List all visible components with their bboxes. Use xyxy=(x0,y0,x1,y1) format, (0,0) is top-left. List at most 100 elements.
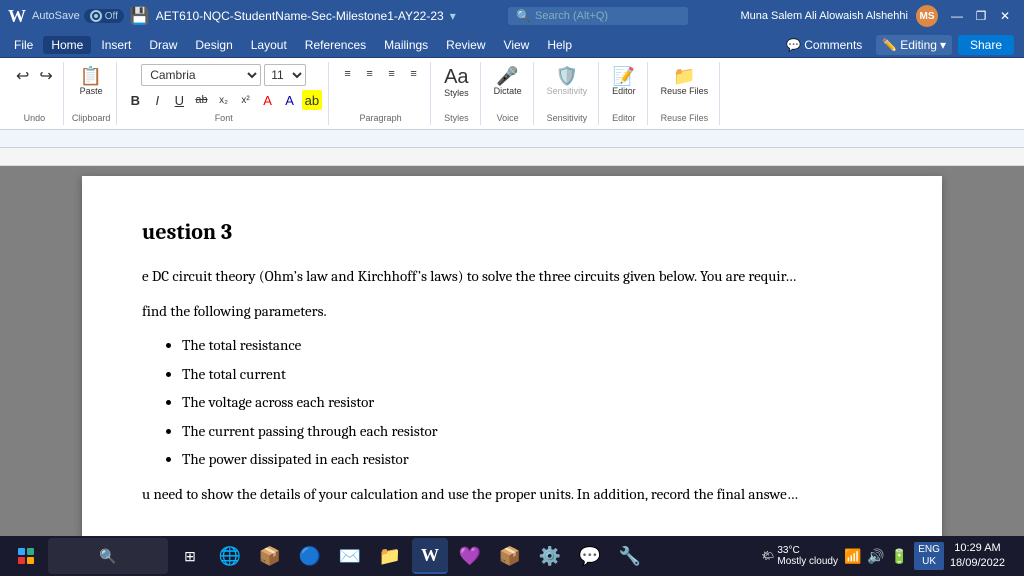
menu-draw[interactable]: Draw xyxy=(141,36,185,54)
editor-group-label: Editor xyxy=(612,111,636,123)
styles-icon: Aa xyxy=(444,67,468,87)
ribbon-group-font: Cambria 11 B I U ab x₂ x² A A ab Font xyxy=(119,62,329,125)
list-item: The current passing through each resisto… xyxy=(182,420,882,443)
list-item: The total current xyxy=(182,363,882,386)
word-taskbar-icon[interactable]: W xyxy=(412,538,448,574)
search-taskbar-icon: 🔍 xyxy=(99,548,116,565)
dictate-icon: 🎤 xyxy=(496,67,518,85)
font-family-select[interactable]: Cambria xyxy=(141,64,261,86)
dropdown-arrow-filename[interactable]: ▾ xyxy=(450,9,456,23)
edge-icon[interactable]: 🌐 xyxy=(212,538,248,574)
restore-button[interactable]: ❐ xyxy=(970,5,992,27)
taskbar: 🔍 ⊞ 🌐 📦 🔵 ✉️ 📁 W 💜 📦 ⚙️ 💬 🔧 🌤 33°C xyxy=(0,536,1024,576)
dictate-button[interactable]: 🎤 Dictate xyxy=(489,64,527,99)
reuse-files-group-label: Reuse Files xyxy=(661,111,709,123)
folder-icon[interactable]: 📁 xyxy=(372,538,408,574)
app-icon-3[interactable]: 🔧 xyxy=(612,538,648,574)
language-indicator[interactable]: ENG UK xyxy=(914,542,944,570)
superscript-button[interactable]: x² xyxy=(236,90,256,110)
menu-layout[interactable]: Layout xyxy=(243,36,295,54)
bold-button[interactable]: B xyxy=(125,90,145,110)
weather-temp: 33°C xyxy=(777,545,838,556)
editing-button[interactable]: ✏️ Editing ▾ xyxy=(876,35,952,55)
ruler xyxy=(0,148,1024,166)
dropbox-icon[interactable]: 📦 xyxy=(492,538,528,574)
align-right-button[interactable]: ≡ xyxy=(382,64,402,84)
ribbon-group-clipboard: 📋 Paste Clipboard xyxy=(66,62,118,125)
time-display: 10:29 AM xyxy=(950,541,1005,556)
menu-design[interactable]: Design xyxy=(187,36,240,54)
menu-help[interactable]: Help xyxy=(539,36,580,54)
app-icon-1[interactable]: ⚙️ xyxy=(532,538,568,574)
chrome-icon[interactable]: 🔵 xyxy=(292,538,328,574)
undo-group-label: Undo xyxy=(24,111,46,123)
search-box[interactable]: 🔍 Search (Alt+Q) xyxy=(508,7,688,25)
save-icon[interactable]: 💾 xyxy=(130,6,150,26)
editing-label: Editing xyxy=(900,38,937,52)
document-page[interactable]: uestion 3 e DC circuit theory (Ohm’s law… xyxy=(82,176,942,542)
battery-icon[interactable]: 🔋 xyxy=(891,548,908,565)
menu-mailings[interactable]: Mailings xyxy=(376,36,436,54)
menu-home[interactable]: Home xyxy=(43,36,91,54)
list-item: The voltage across each resistor xyxy=(182,391,882,414)
font-size-select[interactable]: 11 xyxy=(264,64,306,86)
clipboard-group-label: Clipboard xyxy=(72,111,111,123)
strikethrough-button[interactable]: ab xyxy=(191,90,211,110)
share-button[interactable]: Share xyxy=(958,35,1014,55)
titlebar-right: Muna Salem Ali Alowaish Alshehhi MS — ❐ … xyxy=(740,5,1016,27)
teams-icon[interactable]: 💜 xyxy=(452,538,488,574)
underline-button[interactable]: U xyxy=(169,90,189,110)
document-heading: uestion 3 xyxy=(142,216,882,249)
font-color-button[interactable]: A xyxy=(280,90,300,110)
wifi-icon[interactable]: 📶 xyxy=(844,548,861,565)
weather-widget[interactable]: 🌤 33°C Mostly cloudy xyxy=(762,545,838,567)
comments-label: Comments xyxy=(804,38,862,52)
styles-group-label: Styles xyxy=(444,111,469,123)
highlight-button[interactable]: ab xyxy=(302,90,322,110)
minimize-button[interactable]: — xyxy=(946,5,968,27)
clear-format-button[interactable]: A xyxy=(258,90,278,110)
taskview-button[interactable]: ⊞ xyxy=(172,538,208,574)
app-icon-2[interactable]: 💬 xyxy=(572,538,608,574)
menu-review[interactable]: Review xyxy=(438,36,493,54)
taskbar-right: 🌤 33°C Mostly cloudy 📶 🔊 🔋 ENG UK 10:29 … xyxy=(762,541,1016,572)
clock[interactable]: 10:29 AM 18/09/2022 xyxy=(950,541,1005,572)
doc-para-1: e DC circuit theory (Ohm’s law and Kirch… xyxy=(142,265,882,288)
font-group-label: Font xyxy=(215,111,233,123)
reuse-files-button[interactable]: 📁 Reuse Files xyxy=(656,64,714,99)
autosave-indicator[interactable]: AutoSave Off xyxy=(32,9,124,23)
volume-icon[interactable]: 🔊 xyxy=(867,548,884,565)
comments-button[interactable]: 💬 Comments xyxy=(778,35,870,55)
autosave-toggle[interactable]: Off xyxy=(84,9,124,23)
start-button[interactable] xyxy=(8,538,44,574)
undo-button[interactable]: ↩ xyxy=(12,64,33,88)
document-list: The total resistance The total current T… xyxy=(182,334,882,471)
redo-button[interactable]: ↪ xyxy=(35,64,56,88)
italic-button[interactable]: I xyxy=(147,90,167,110)
menu-file[interactable]: File xyxy=(6,36,41,54)
close-button[interactable]: ✕ xyxy=(994,5,1016,27)
editor-button[interactable]: 📝 Editor xyxy=(607,64,641,99)
paste-button[interactable]: 📋 Paste xyxy=(75,64,108,99)
clipboard-items: 📋 Paste xyxy=(75,64,108,99)
align-center-button[interactable]: ≡ xyxy=(360,64,380,84)
align-left-button[interactable]: ≡ xyxy=(338,64,358,84)
editing-icon: ✏️ xyxy=(882,38,897,52)
styles-button[interactable]: Aa Styles xyxy=(439,64,474,101)
search-taskbar-button[interactable]: 🔍 xyxy=(48,538,168,574)
user-avatar[interactable]: MS xyxy=(916,5,938,27)
mail-icon[interactable]: ✉️ xyxy=(332,538,368,574)
autosave-state: Off xyxy=(105,11,118,22)
menu-insert[interactable]: Insert xyxy=(93,36,139,54)
menu-references[interactable]: References xyxy=(297,36,374,54)
styles-label: Styles xyxy=(444,88,469,98)
subscript-button[interactable]: x₂ xyxy=(214,90,234,110)
window-controls: — ❐ ✕ xyxy=(946,5,1016,27)
sensitivity-button[interactable]: 🛡️ Sensitivity xyxy=(542,64,593,99)
amazon-icon[interactable]: 📦 xyxy=(252,538,288,574)
autosave-label: AutoSave xyxy=(32,10,80,22)
doc-para-2: find the following parameters. xyxy=(142,300,882,323)
menu-view[interactable]: View xyxy=(496,36,538,54)
justify-button[interactable]: ≡ xyxy=(404,64,424,84)
comments-icon: 💬 xyxy=(786,38,801,52)
